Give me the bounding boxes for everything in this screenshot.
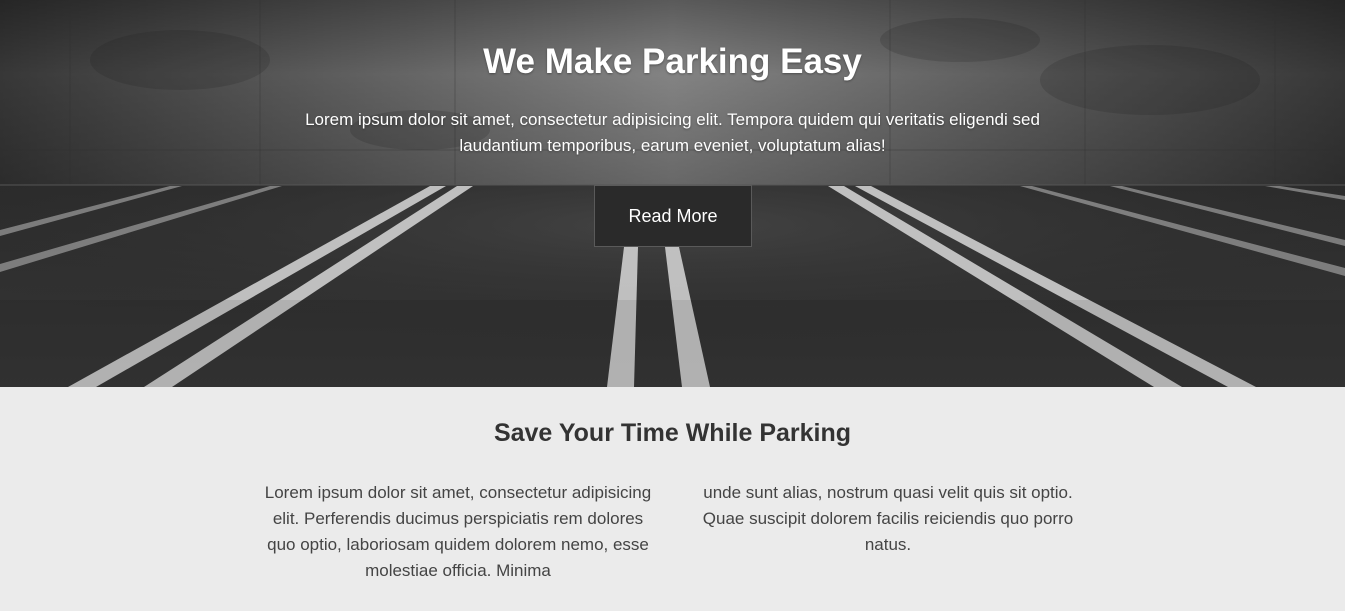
hero-description: Lorem ipsum dolor sit amet, consectetur …: [305, 110, 1040, 155]
feature-title: Save Your Time While Parking: [493, 419, 852, 447]
landing-page: We Make Parking Easy Lorem ipsum dolor s…: [0, 0, 1345, 611]
feature-text-left-column: Lorem ipsum dolor sit amet, consectetur …: [264, 483, 652, 580]
hero-title: We Make Parking Easy: [483, 42, 862, 81]
hero-section: We Make Parking Easy Lorem ipsum dolor s…: [0, 0, 1345, 387]
hero-content: We Make Parking Easy Lorem ipsum dolor s…: [0, 0, 1345, 387]
feature-section: Save Your Time While Parking Lorem ipsum…: [0, 387, 1345, 611]
read-more-button[interactable]: Read More: [594, 185, 752, 247]
feature-text-right-column: unde sunt alias, nostrum quasi velit qui…: [702, 483, 1074, 554]
